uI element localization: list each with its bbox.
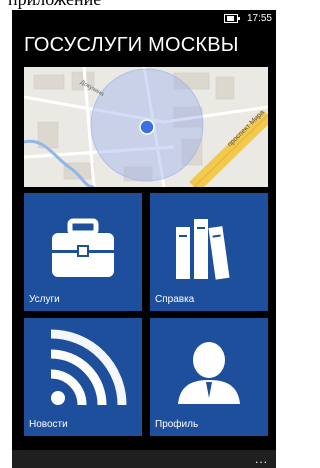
tile-profile[interactable]: Профиль (150, 318, 268, 436)
tile-reference-label: Справка (155, 294, 195, 305)
map-graphic: проспект Мира Докучина (24, 67, 268, 187)
more-options-button[interactable]: ... (255, 452, 268, 466)
tile-news-label: Новости (29, 419, 68, 430)
tile-news[interactable]: Новости (24, 318, 142, 436)
status-time: 17:55 (246, 13, 272, 24)
clipped-caption-text: приложение (8, 0, 101, 10)
phone-screen: 17:55 ГОСУСЛУГИ МОСКВЫ проспект Мира Док… (12, 10, 276, 468)
location-dot-icon (139, 119, 155, 135)
map-view[interactable]: проспект Мира Докучина (24, 67, 268, 187)
tile-profile-label: Профиль (155, 419, 199, 430)
tile-services[interactable]: Услуги (24, 193, 142, 311)
tile-services-label: Услуги (29, 294, 60, 305)
status-bar: 17:55 (12, 10, 276, 28)
tile-grid: Услуги Справка Новости Профиль (24, 193, 268, 436)
app-title: ГОСУСЛУГИ МОСКВЫ (24, 34, 239, 56)
app-bar: ... (12, 450, 276, 468)
tile-reference[interactable]: Справка (150, 193, 268, 311)
clipped-caption: приложение (0, 0, 282, 10)
battery-icon (224, 14, 240, 23)
